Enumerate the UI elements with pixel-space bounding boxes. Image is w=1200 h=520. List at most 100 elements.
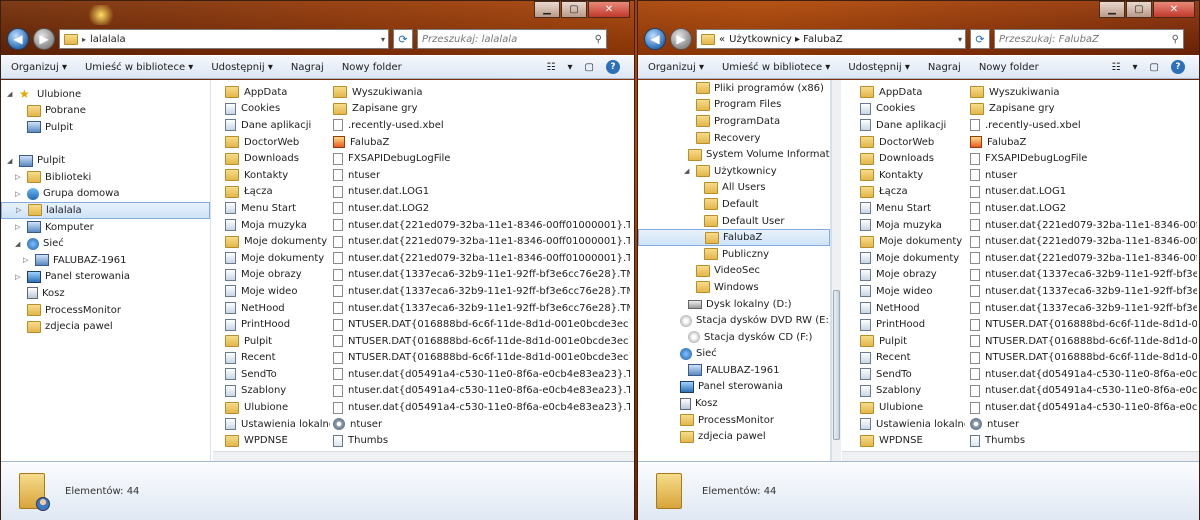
back-button[interactable]: ◀ bbox=[7, 28, 29, 50]
nav-item[interactable]: ▷ Biblioteki bbox=[1, 169, 210, 186]
back-button[interactable]: ◀ bbox=[644, 28, 666, 50]
file-item[interactable]: Pulpit bbox=[860, 333, 965, 350]
address-field[interactable]: ▸ lalalala ▾ bbox=[59, 29, 389, 49]
file-item[interactable]: Wyszukiwania bbox=[970, 84, 1197, 101]
new-folder-button[interactable]: Nowy folder bbox=[979, 62, 1039, 73]
breadcrumb[interactable]: Użytkownicy ▸ FalubaZ bbox=[729, 34, 842, 45]
file-item[interactable]: ntuser.dat{d05491a4-c530-11e0-8f6a-e0cb4… bbox=[333, 383, 630, 400]
file-item[interactable]: ntuser.dat{d05491a4-c530-11e0-8f6a-e0cb4… bbox=[333, 366, 630, 383]
navigation-scrollbar[interactable] bbox=[831, 80, 841, 461]
file-item[interactable]: AppData bbox=[860, 84, 965, 101]
file-item[interactable]: WPDNSE bbox=[225, 432, 330, 449]
nav-item[interactable]: Stacja dysków DVD RW (E:) bbox=[638, 312, 830, 329]
file-item[interactable]: ntuser.dat{221ed079-32ba-11e1-8346-00ff0… bbox=[970, 233, 1197, 250]
file-item[interactable]: ntuser.dat{221ed079-32ba-11e1-8346-00ff0… bbox=[970, 250, 1197, 267]
file-item[interactable]: Łącza bbox=[860, 184, 965, 201]
new-folder-button[interactable]: Nowy folder bbox=[342, 62, 402, 73]
breadcrumb[interactable]: lalalala bbox=[90, 34, 126, 45]
view-dropdown-icon[interactable]: ▾ bbox=[1133, 62, 1138, 73]
refresh-button[interactable]: ⟳ bbox=[970, 29, 990, 49]
file-item[interactable]: Moje wideo bbox=[225, 283, 330, 300]
file-item[interactable]: FalubaZ bbox=[970, 134, 1197, 151]
file-item[interactable]: Moje dokumenty bbox=[225, 250, 330, 267]
file-item[interactable]: Moje obrazy bbox=[860, 267, 965, 284]
file-item[interactable]: Kontakty bbox=[860, 167, 965, 184]
file-item[interactable]: ntuser bbox=[970, 416, 1197, 433]
organize-menu[interactable]: Organizuj ▾ bbox=[11, 62, 67, 73]
file-item[interactable]: Moja muzyka bbox=[860, 217, 965, 234]
file-item[interactable]: ntuser.dat{d05491a4-c530-11e0-8f6a-e0cb4… bbox=[970, 399, 1197, 416]
include-in-library-menu[interactable]: Umieść w bibliotece ▾ bbox=[85, 62, 193, 73]
forward-button[interactable]: ▶ bbox=[33, 28, 55, 50]
nav-item[interactable]: Recovery bbox=[638, 130, 830, 147]
help-icon[interactable]: ? bbox=[1171, 60, 1185, 74]
nav-item[interactable]: Kosz bbox=[1, 285, 210, 302]
nav-item[interactable]: ◢ ★ Ulubione bbox=[1, 86, 210, 103]
file-item[interactable]: Menu Start bbox=[225, 200, 330, 217]
file-item[interactable]: Recent bbox=[225, 350, 330, 367]
include-in-library-menu[interactable]: Umieść w bibliotece ▾ bbox=[722, 62, 830, 73]
nav-item[interactable]: zdjecia pawel bbox=[1, 318, 210, 335]
file-item[interactable]: FalubaZ bbox=[333, 134, 630, 151]
nav-item[interactable]: Dysk lokalny (D:) bbox=[638, 296, 830, 313]
nav-item[interactable]: ◢ Użytkownicy bbox=[638, 163, 830, 180]
file-item[interactable]: ntuser.dat{221ed079-32ba-11e1-8346-00ff0… bbox=[333, 217, 630, 234]
refresh-button[interactable]: ⟳ bbox=[393, 29, 413, 49]
file-item[interactable]: ntuser.dat{1337eca6-32b9-11e1-92ff-bf3e6… bbox=[970, 267, 1197, 284]
close-button[interactable]: ✕ bbox=[1153, 1, 1195, 18]
file-item[interactable]: NTUSER.DAT{016888bd-6c6f-11de-8d1d-001e0… bbox=[333, 316, 630, 333]
file-item[interactable]: Thumbs bbox=[333, 432, 630, 449]
file-item[interactable]: NTUSER.DAT{016888bd-6c6f-11de-8d1d-001e0… bbox=[333, 333, 630, 350]
file-item[interactable]: FXSAPIDebugLogFile bbox=[970, 150, 1197, 167]
file-item[interactable]: Moje dokumenty bbox=[860, 250, 965, 267]
file-item[interactable]: WPDNSE bbox=[860, 432, 965, 449]
file-item[interactable]: Downloads bbox=[225, 150, 330, 167]
file-item[interactable]: ntuser.dat.LOG2 bbox=[333, 200, 630, 217]
file-item[interactable]: AppData bbox=[225, 84, 330, 101]
file-item[interactable]: Menu Start bbox=[860, 200, 965, 217]
file-item[interactable]: Ustawienia lokalne bbox=[860, 416, 965, 433]
maximize-button[interactable]: ▢ bbox=[561, 1, 587, 18]
file-item[interactable]: .recently-used.xbel bbox=[333, 117, 630, 134]
expand-toggle-icon[interactable]: ◢ bbox=[7, 157, 15, 165]
file-item[interactable]: ntuser.dat{221ed079-32ba-11e1-8346-00ff0… bbox=[970, 217, 1197, 234]
nav-item[interactable]: ProcessMonitor bbox=[1, 302, 210, 319]
forward-button[interactable]: ▶ bbox=[670, 28, 692, 50]
nav-item[interactable]: Pliki programów (x86) bbox=[638, 80, 830, 97]
file-item[interactable]: ntuser.dat{d05491a4-c530-11e0-8f6a-e0cb4… bbox=[970, 383, 1197, 400]
nav-item[interactable]: Default bbox=[638, 196, 830, 213]
file-item[interactable]: Szablony bbox=[225, 383, 330, 400]
breadcrumb-overflow[interactable]: « bbox=[719, 34, 725, 45]
expand-toggle-icon[interactable]: ▷ bbox=[15, 223, 23, 231]
nav-item[interactable]: ▷ Grupa domowa bbox=[1, 186, 210, 203]
file-item[interactable]: DoctorWeb bbox=[860, 134, 965, 151]
file-item[interactable]: Ulubione bbox=[860, 399, 965, 416]
share-menu[interactable]: Udostępnij ▾ bbox=[211, 62, 273, 73]
minimize-button[interactable]: ▁ bbox=[1099, 1, 1125, 18]
scroll-thumb[interactable] bbox=[833, 290, 840, 440]
file-item[interactable]: ntuser.dat{d05491a4-c530-11e0-8f6a-e0cb4… bbox=[333, 399, 630, 416]
file-item[interactable]: Łącza bbox=[225, 184, 330, 201]
file-item[interactable]: Dane aplikacji bbox=[225, 117, 330, 134]
file-item[interactable]: .recently-used.xbel bbox=[970, 117, 1197, 134]
file-item[interactable]: ntuser.dat{1337eca6-32b9-11e1-92ff-bf3e6… bbox=[970, 283, 1197, 300]
nav-item[interactable]: ▷ FALUBAZ-1961 bbox=[1, 252, 210, 269]
file-item[interactable]: NetHood bbox=[860, 300, 965, 317]
file-item[interactable]: SendTo bbox=[225, 366, 330, 383]
file-item[interactable]: Zapisane gry bbox=[333, 101, 630, 118]
file-item[interactable]: NTUSER.DAT{016888bd-6c6f-11de-8d1d-001e0… bbox=[970, 316, 1197, 333]
view-options-icon[interactable]: ☷ bbox=[1112, 62, 1121, 73]
burn-button[interactable]: Nagraj bbox=[928, 62, 961, 73]
file-item[interactable]: Moje wideo bbox=[860, 283, 965, 300]
file-item[interactable]: ntuser.dat{221ed079-32ba-11e1-8346-00ff0… bbox=[333, 250, 630, 267]
expand-toggle-icon[interactable]: ◢ bbox=[15, 240, 23, 248]
file-item[interactable]: PrintHood bbox=[860, 316, 965, 333]
file-item[interactable]: Thumbs bbox=[970, 432, 1197, 449]
nav-item[interactable]: VideoSec bbox=[638, 263, 830, 280]
file-item[interactable]: NTUSER.DAT{016888bd-6c6f-11de-8d1d-001e0… bbox=[970, 350, 1197, 367]
search-input[interactable]: Przeszukaj: lalalala ⚲ bbox=[417, 29, 607, 49]
file-item[interactable]: Ulubione bbox=[225, 399, 330, 416]
file-item[interactable]: DoctorWeb bbox=[225, 134, 330, 151]
view-dropdown-icon[interactable]: ▾ bbox=[568, 62, 573, 73]
nav-item[interactable]: Panel sterowania bbox=[638, 379, 830, 396]
